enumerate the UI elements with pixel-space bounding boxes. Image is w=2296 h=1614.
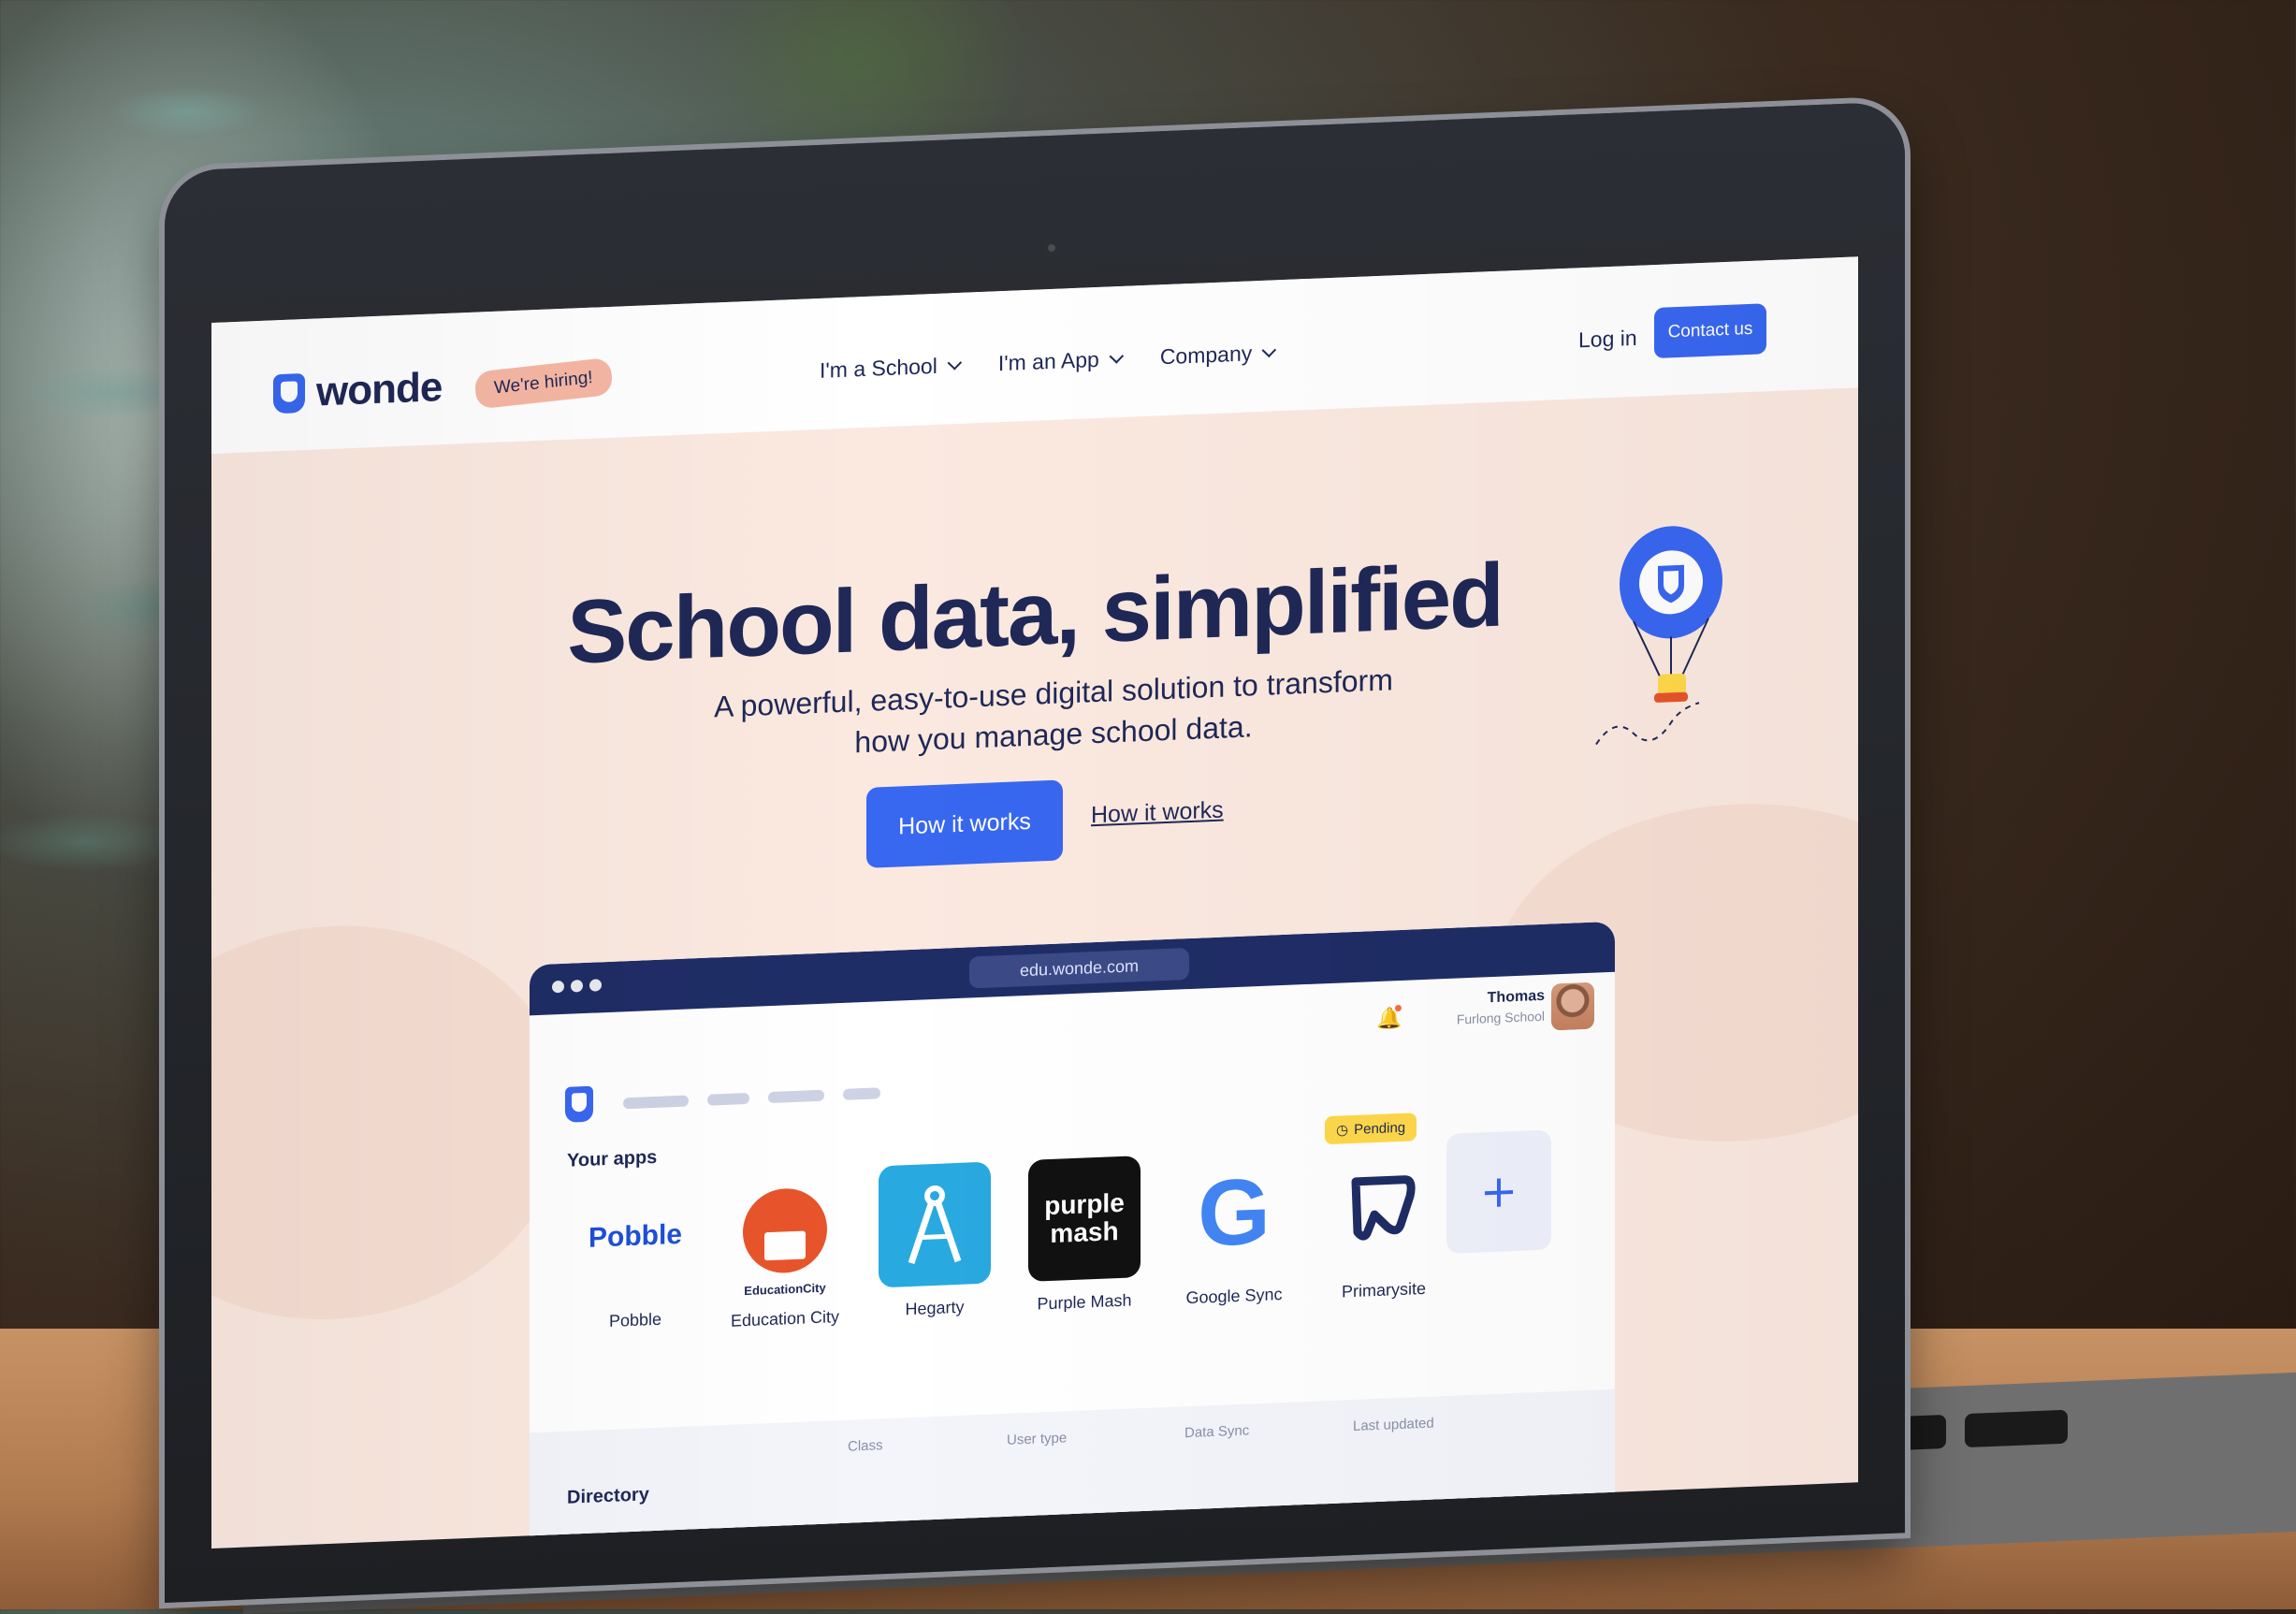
column-header[interactable]: Data Sync — [1184, 1422, 1249, 1441]
column-header[interactable]: Class — [848, 1437, 883, 1455]
chevron-down-icon — [1261, 342, 1277, 358]
login-link[interactable]: Log in — [1578, 326, 1637, 354]
pending-label: Pending — [1354, 1119, 1406, 1138]
chevron-down-icon — [947, 355, 962, 371]
skeleton-line — [623, 1095, 689, 1110]
window-dot — [571, 980, 583, 993]
column-header[interactable]: User type — [1007, 1430, 1067, 1448]
apps-list: Pobble Pobble EducationCity Education Ci… — [565, 1138, 1594, 1385]
shield-icon — [273, 372, 305, 414]
directory-heading: Directory — [567, 1484, 649, 1508]
app-tile-purple-mash[interactable]: purple mash Purple Mash — [1014, 1156, 1155, 1316]
menu-label: I'm an App — [997, 346, 1099, 376]
user-school: Furlong School — [1456, 1008, 1545, 1027]
app-tile-google-sync[interactable]: G Google Sync — [1164, 1149, 1304, 1309]
skeleton-line — [843, 1087, 880, 1100]
compass-icon — [908, 1185, 962, 1264]
hegarty-logo-icon — [879, 1161, 991, 1288]
laptop-screen: wonde We're hiring! I'm a School I'm an … — [211, 256, 1858, 1549]
education-city-wordmark: EducationCity — [744, 1280, 826, 1299]
window-dot — [552, 980, 564, 994]
pending-badge: ◷ Pending — [1325, 1112, 1417, 1145]
keyboard-key — [1965, 1409, 2068, 1448]
your-apps-heading: Your apps — [567, 1146, 658, 1171]
app-tile-pobble[interactable]: Pobble Pobble — [565, 1173, 705, 1333]
chevron-down-icon — [1109, 349, 1124, 364]
user-name: Thomas — [1487, 987, 1545, 1007]
pobble-logo-icon: Pobble — [588, 1218, 682, 1254]
how-it-works-button[interactable]: How it works — [866, 779, 1063, 868]
city-icon — [764, 1230, 806, 1261]
app-shield-icon — [565, 1085, 593, 1123]
education-city-logo-icon — [729, 1168, 841, 1294]
brand-name: wonde — [316, 364, 443, 415]
clock-icon: ◷ — [1336, 1122, 1349, 1139]
hiring-badge[interactable]: We're hiring! — [474, 356, 614, 410]
primarysite-logo-icon — [1328, 1143, 1440, 1270]
app-tile-primarysite[interactable]: Primarysite — [1314, 1143, 1454, 1303]
decorative-cloud — [211, 916, 567, 1329]
url-bar[interactable]: edu.wonde.com — [969, 948, 1189, 989]
column-header[interactable]: Last updated — [1353, 1416, 1434, 1434]
window-controls — [552, 979, 602, 994]
menu-school[interactable]: I'm a School — [820, 353, 962, 384]
skeleton-line — [707, 1092, 749, 1106]
menu-label: Company — [1159, 341, 1253, 370]
app-preview-window: edu.wonde.com 🔔 Thomas Furlong School Yo… — [530, 921, 1615, 1546]
how-it-works-link[interactable]: How it works — [1091, 797, 1224, 830]
contact-button[interactable]: Contact us — [1654, 303, 1766, 359]
app-label: Purple Mash — [1037, 1290, 1132, 1314]
menu-label: I'm a School — [820, 353, 937, 383]
app-tile-education-city[interactable]: EducationCity Education City — [715, 1167, 855, 1331]
webcam — [1044, 240, 1059, 255]
app-tile-hegarty[interactable]: Hegarty — [865, 1161, 1005, 1321]
hot-air-balloon-illustration — [1595, 526, 1722, 746]
app-label: Primarysite — [1341, 1278, 1426, 1301]
add-app-button[interactable]: + — [1446, 1129, 1551, 1254]
wonde-logo[interactable]: wonde We're hiring! — [273, 356, 614, 418]
purple-mash-logo-icon: purple mash — [1028, 1156, 1141, 1282]
menu-company[interactable]: Company — [1159, 340, 1277, 370]
google-logo-icon: G — [1198, 1158, 1271, 1267]
main-menu: I'm a School I'm an App Company — [820, 340, 1277, 384]
avatar[interactable] — [1551, 981, 1594, 1031]
app-label: Pobble — [608, 1309, 662, 1330]
skeleton-line — [768, 1089, 824, 1104]
menu-app[interactable]: I'm an App — [997, 346, 1124, 376]
window-dot — [589, 979, 602, 992]
app-label: Education City — [730, 1307, 840, 1330]
app-label: Hegarty — [905, 1297, 965, 1319]
primarysite-mark-icon — [1351, 1175, 1416, 1241]
app-label: Google Sync — [1185, 1285, 1283, 1308]
